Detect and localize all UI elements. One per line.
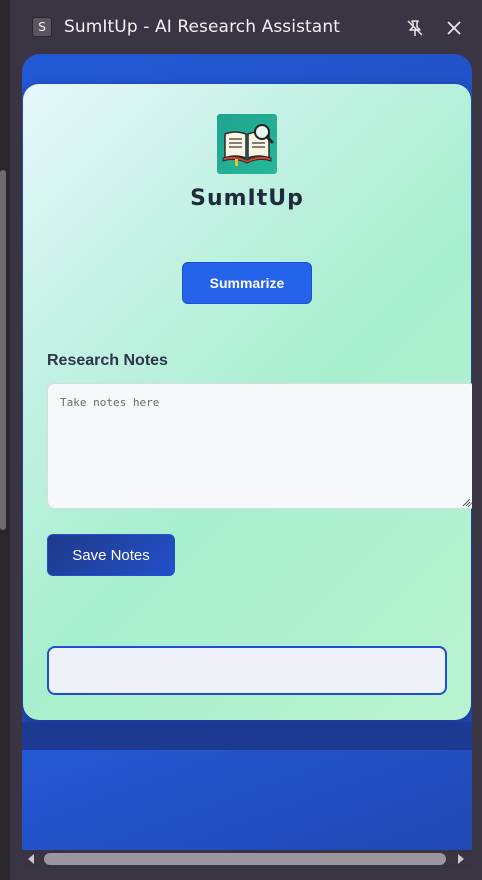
left-scrollbar-thumb[interactable] — [0, 170, 6, 530]
app-badge-icon: S — [32, 17, 52, 37]
summarize-button[interactable]: Summarize — [182, 262, 312, 304]
scroll-left-arrow-icon[interactable] — [26, 853, 36, 865]
panel-bottom-area — [22, 750, 472, 850]
app-window: S SumItUp - AI Research Assistant SumItU… — [0, 0, 482, 880]
panel-divider-band — [22, 722, 472, 750]
save-notes-button[interactable]: Save Notes — [47, 534, 175, 576]
horizontal-scroll-thumb[interactable] — [44, 853, 446, 865]
research-notes-heading: Research Notes — [47, 352, 168, 369]
window-title: SumItUp - AI Research Assistant — [64, 17, 340, 37]
unpin-icon[interactable] — [405, 18, 425, 38]
close-icon[interactable] — [444, 18, 464, 38]
book-magnifier-icon — [217, 114, 277, 174]
extension-panel: SumItUp Summarize Research Notes Save No… — [22, 54, 472, 850]
horizontal-scrollbar[interactable] — [22, 850, 472, 868]
research-notes-textarea[interactable] — [47, 383, 472, 509]
main-card: SumItUp Summarize Research Notes Save No… — [23, 84, 472, 720]
title-bar: S SumItUp - AI Research Assistant — [22, 0, 482, 54]
app-name-heading: SumItUp — [190, 186, 304, 211]
scroll-right-arrow-icon[interactable] — [456, 853, 466, 865]
resize-grip-icon[interactable] — [461, 497, 471, 507]
summary-output-box — [47, 646, 447, 695]
